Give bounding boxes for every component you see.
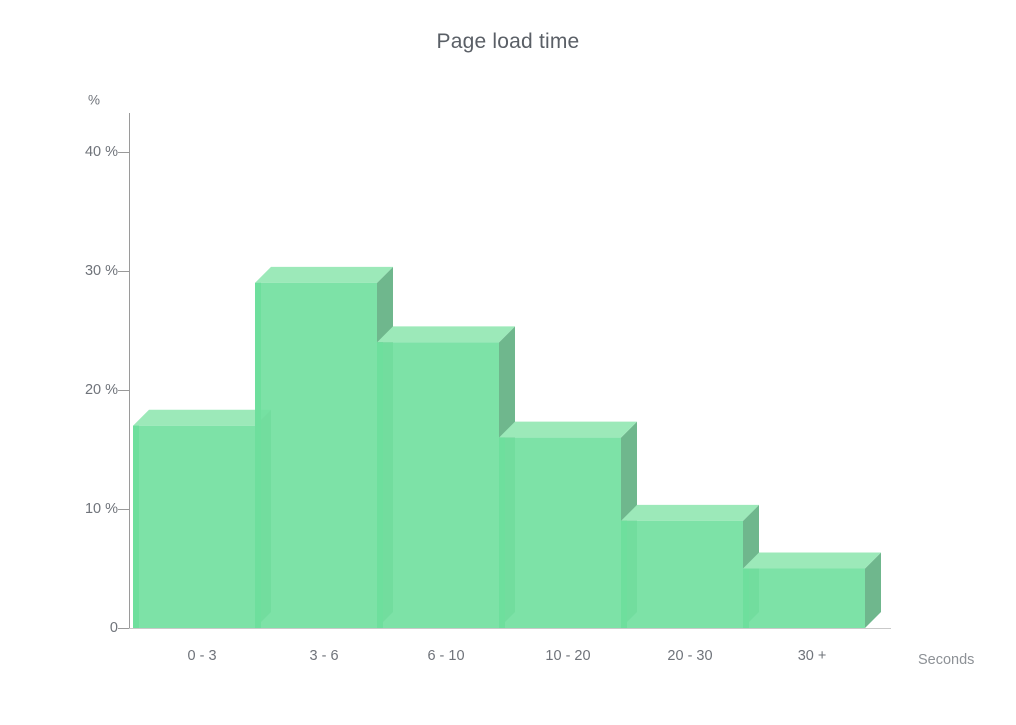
- bar-front-face-0: [133, 425, 255, 628]
- bar-2[interactable]: [377, 326, 515, 628]
- bars-svg: [133, 266, 881, 629]
- bar-5[interactable]: [743, 552, 881, 629]
- x-tick-label: 3 - 6: [309, 648, 339, 664]
- bar-front-face-4: [621, 520, 743, 628]
- x-tick-label: 10 - 20: [545, 648, 591, 664]
- bar-top-face-4: [621, 504, 759, 521]
- bar-top-face-2: [377, 326, 515, 343]
- bar-front-face-1: [255, 282, 377, 628]
- bar-front-face-2: [377, 342, 499, 628]
- x-tick-label: 30 +: [797, 648, 827, 664]
- x-tick-label: 6 - 10: [427, 648, 465, 664]
- chart-container: Page load time % 0 10 % 20 % 30 % 40 % 0 - 3…: [0, 0, 1016, 725]
- bar-top-face-1: [255, 266, 393, 283]
- x-tick-label: 0 - 3: [187, 648, 217, 664]
- bars-layer: [0, 0, 1016, 725]
- bar-1[interactable]: [255, 266, 393, 628]
- bar-4[interactable]: [621, 504, 759, 628]
- x-tick-label: 20 - 30: [667, 648, 713, 664]
- bar-3[interactable]: [499, 421, 637, 628]
- bar-front-face-3: [499, 437, 621, 628]
- bar-front-face-5: [743, 568, 865, 628]
- bar-top-face-3: [499, 421, 637, 438]
- bar-0[interactable]: [133, 409, 271, 628]
- bar-top-face-5: [743, 552, 881, 569]
- bar-top-face-0: [133, 409, 271, 426]
- x-axis-unit-label: Seconds: [918, 652, 975, 668]
